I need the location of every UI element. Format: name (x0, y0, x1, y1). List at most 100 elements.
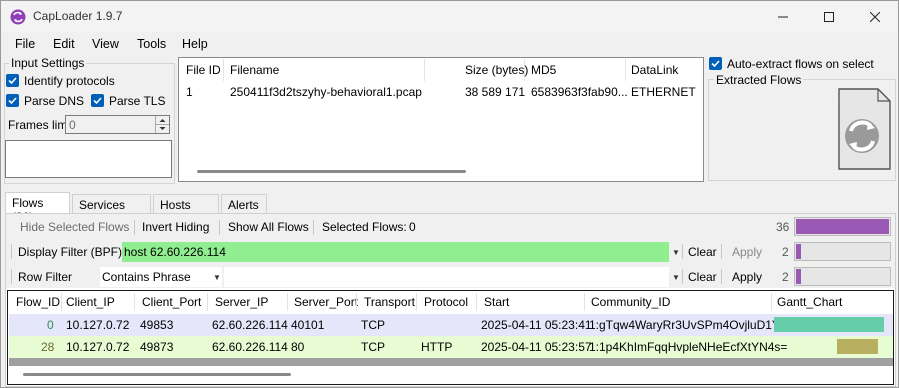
column-separator (424, 59, 425, 81)
header-protocol[interactable]: Protocol (424, 295, 468, 309)
row-filter-input[interactable] (224, 267, 669, 287)
display-filter-count: 2 (782, 245, 789, 259)
chevron-down-icon[interactable]: ▼ (672, 273, 680, 282)
display-filter-clear-button[interactable]: Clear (688, 245, 717, 259)
show-all-flows-button[interactable]: Show All Flows (228, 220, 309, 234)
server-ip-cell: 62.60.226.114 (212, 318, 288, 332)
stepper-buttons[interactable] (155, 116, 169, 133)
frames-limit-stepper[interactable]: 0 (65, 115, 170, 134)
minimize-button[interactable] (760, 1, 806, 32)
toolbar-separator (134, 220, 135, 235)
column-separator (584, 293, 585, 311)
tab-hosts[interactable]: Hosts (13) (153, 194, 219, 226)
file-header-md5[interactable]: MD5 (531, 63, 556, 77)
header-server-port[interactable]: Server_Port (294, 295, 358, 309)
close-button[interactable] (852, 1, 898, 32)
parse-tls-checkbox[interactable] (91, 94, 104, 107)
display-filter-label: Display Filter (BPF) (18, 245, 123, 259)
server-port-cell: 80 (291, 340, 305, 354)
gantt-bar (837, 339, 878, 354)
header-transport[interactable]: Transport (364, 295, 415, 309)
menu-help[interactable]: Help (182, 37, 208, 51)
window-title: CapLoader 1.9.7 (33, 9, 123, 23)
start-cell: 2025-04-11 05:23:41 (481, 318, 592, 332)
header-start[interactable]: Start (484, 295, 509, 309)
input-drop-area[interactable] (5, 140, 172, 178)
row-filter-mode-select[interactable]: Contains Phrase (100, 267, 222, 287)
flow-id-cell: 28 (41, 340, 55, 354)
header-server-ip[interactable]: Server_IP (215, 295, 268, 309)
parse-tls-label[interactable]: Parse TLS (109, 94, 165, 108)
client-port-cell: 49853 (140, 318, 174, 332)
chevron-down-icon[interactable]: ▼ (672, 248, 680, 257)
parse-dns-label[interactable]: Parse DNS (24, 94, 84, 108)
file-list-scrollbar[interactable] (197, 170, 466, 173)
flow-id-cell: 0 (47, 318, 54, 332)
row-filter-bar (794, 267, 891, 286)
menu-file[interactable]: File (15, 37, 35, 51)
file-header-size[interactable]: Size (bytes) (465, 63, 528, 77)
selected-flows-label: Selected Flows: (322, 220, 407, 234)
server-ip-cell: 62.60.226.114 (212, 340, 288, 354)
menu-tools[interactable]: Tools (137, 37, 166, 51)
header-community-id[interactable]: Community_ID (591, 295, 670, 309)
tab-services[interactable]: Services (13) (72, 194, 151, 226)
flow-row[interactable]: 0 10.127.0.72 49853 62.60.226.114 40101 … (9, 314, 893, 336)
menu-view[interactable]: View (92, 37, 119, 51)
toolbar-separator (682, 244, 683, 259)
caploader-app-icon (10, 9, 26, 25)
total-flows-count: 36 (776, 220, 790, 234)
title-bar[interactable]: CapLoader 1.9.7 (1, 1, 898, 32)
header-flow-id[interactable]: Flow_ID (16, 295, 60, 309)
checkmark-icon (8, 77, 17, 85)
md5-cell: 6583963f3fab90... (531, 85, 628, 99)
stepper-arrows-icon (156, 119, 169, 130)
filename-cell: 250411f3d2tszyhy-behavioral1.pcap (230, 85, 422, 99)
row-filter-clear-button[interactable]: Clear (688, 270, 717, 284)
flow-row[interactable]: 28 10.127.0.72 49873 62.60.226.114 80 TC… (9, 336, 893, 358)
checkmark-icon (711, 60, 720, 68)
menu-bar: File Edit View Tools Help (1, 33, 898, 55)
extracted-flows-legend: Extracted Flows (714, 73, 804, 87)
header-gantt-chart[interactable]: Gantt_Chart (777, 295, 842, 309)
flows-grid[interactable]: Flow_ID Client_IP Client_Port Server_IP … (7, 290, 894, 385)
hide-selected-flows-button[interactable]: Hide Selected Flows (20, 220, 129, 234)
total-flows-bar-fill (796, 219, 889, 234)
file-header-datalink[interactable]: DataLink (631, 63, 678, 77)
toolbar-separator (219, 220, 220, 235)
file-drag-icon[interactable] (838, 88, 891, 170)
invert-hiding-button[interactable]: Invert Hiding (142, 220, 209, 234)
checkmark-icon (93, 97, 102, 105)
chevron-down-icon[interactable]: ▼ (213, 273, 221, 282)
app-window: CapLoader 1.9.7 File Edit View Tools Hel… (0, 0, 899, 388)
tab-flows[interactable]: Flows (36) (5, 192, 70, 224)
parse-dns-checkbox[interactable] (6, 94, 19, 107)
display-filter-input[interactable]: host 62.60.226.114 (122, 242, 669, 262)
column-separator (771, 293, 772, 311)
menu-edit[interactable]: Edit (53, 37, 75, 51)
identify-protocols-label[interactable]: Identify protocols (24, 74, 115, 88)
community-id-cell: 1:1p4KhImFqqHvpleNHeEcfXtYN4s= (589, 340, 788, 354)
frames-limit-value[interactable]: 0 (69, 118, 76, 132)
row-filter-mode-value: Contains Phrase (102, 270, 191, 284)
file-header-filename[interactable]: Filename (230, 63, 279, 77)
grip-separator (11, 269, 12, 284)
toolbar-separator (721, 269, 722, 284)
display-filter-apply-button[interactable]: Apply (732, 245, 762, 259)
transport-cell: TCP (361, 340, 385, 354)
row-filter-apply-button[interactable]: Apply (732, 270, 762, 284)
file-header-id[interactable]: File ID (186, 63, 221, 77)
grid-scroll-track (9, 358, 893, 366)
tab-alerts[interactable]: Alerts (221, 194, 267, 214)
auto-extract-label[interactable]: Auto-extract flows on select (727, 57, 874, 71)
header-client-ip[interactable]: Client_IP (66, 295, 115, 309)
grip-separator (11, 244, 12, 259)
column-separator (287, 293, 288, 311)
maximize-button[interactable] (806, 1, 852, 32)
flows-grid-scrollbar[interactable] (23, 373, 291, 376)
identify-protocols-checkbox[interactable] (6, 74, 19, 87)
header-client-port[interactable]: Client_Port (142, 295, 201, 309)
column-separator (61, 293, 62, 311)
client-ip-cell: 10.127.0.72 (66, 318, 130, 332)
auto-extract-checkbox[interactable] (709, 57, 722, 70)
